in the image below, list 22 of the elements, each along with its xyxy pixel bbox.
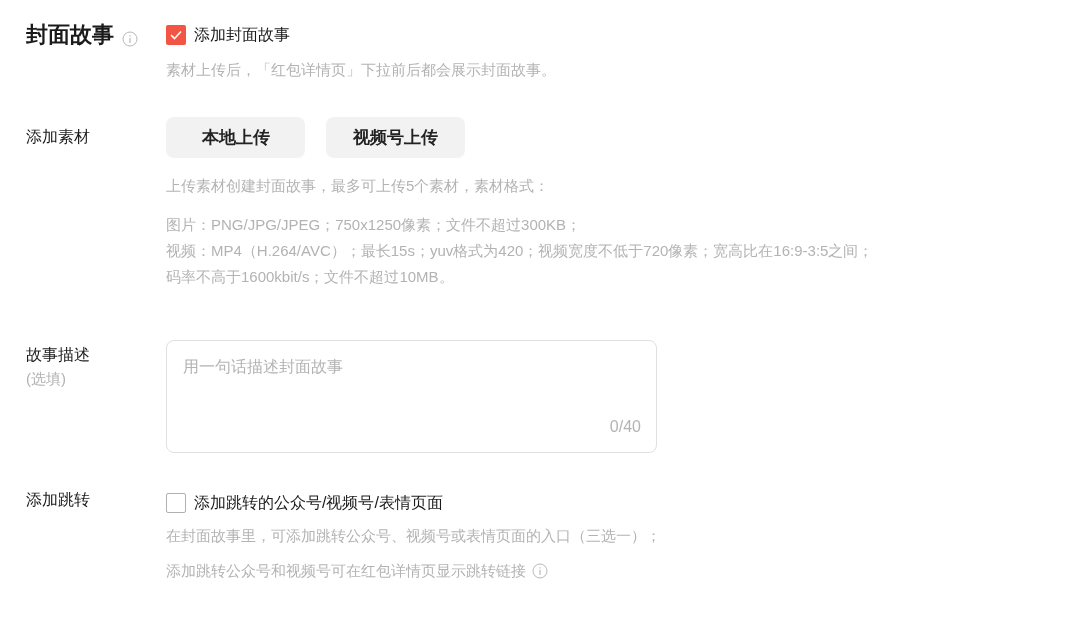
hint-text: 上传素材创建封面故事，最多可上传5个素材，素材格式：: [166, 176, 551, 196]
character-counter: 0/40: [609, 417, 641, 437]
upload-button[interactable]: 本地上传: [166, 117, 305, 158]
checkbox-label[interactable]: 添加跳转的公众号/视频号/表情页面: [194, 491, 443, 515]
optional-label: (选填): [26, 369, 67, 389]
info-icon[interactable]: [532, 563, 548, 579]
checkbox[interactable]: [166, 493, 186, 513]
checkmark-icon: [170, 30, 182, 40]
section-title: 封面故事: [26, 21, 114, 49]
format-text: 视频：MP4（H.264/AVC）；最长15s；yuv格式为420；视频宽度不低于720像素；宽高比在16:9-3:5之间；: [166, 241, 874, 261]
upload-button[interactable]: 视频号上传: [326, 117, 465, 158]
info-icon[interactable]: [122, 30, 138, 47]
field-label: 添加素材: [26, 128, 90, 145]
field-label: 添加跳转: [26, 491, 90, 508]
hint-text: 添加跳转公众号和视频号可在红包详情页显示跳转链接: [166, 561, 526, 581]
checkbox-label[interactable]: 添加封面故事: [194, 23, 290, 47]
field-label: 故事描述: [26, 345, 91, 365]
checkbox[interactable]: [166, 25, 186, 45]
hint-text: 在封面故事里，可添加跳转公众号、视频号或表情页面的入口（三选一）；: [166, 526, 661, 546]
format-text: 图片：PNG/JPG/JPEG；750x1250像素；文件不超过300KB；: [166, 215, 583, 235]
format-text: 码率不高于1600kbit/s；文件不超过10MB。: [166, 267, 455, 287]
hint-text: 素材上传后，「红包详情页」下拉前后都会展示封面故事。: [166, 60, 556, 80]
